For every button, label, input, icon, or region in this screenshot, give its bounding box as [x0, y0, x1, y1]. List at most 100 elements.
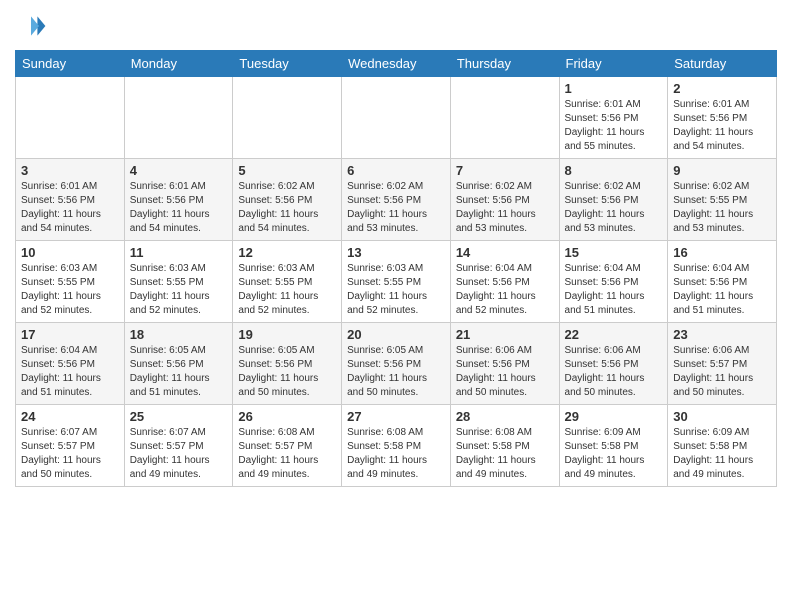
calendar-cell: 12 Sunrise: 6:03 AMSunset: 5:55 PMDayligh… — [233, 241, 342, 323]
weekday-header-wednesday: Wednesday — [342, 51, 451, 77]
weekday-header-monday: Monday — [124, 51, 233, 77]
day-number: 26 — [238, 409, 336, 424]
day-info: Sunrise: 6:09 AMSunset: 5:58 PMDaylight:… — [673, 426, 771, 482]
day-info: Sunrise: 6:01 AMSunset: 5:56 PMDaylight:… — [565, 98, 663, 154]
day-number: 8 — [565, 163, 663, 178]
day-number: 25 — [130, 409, 228, 424]
calendar-cell: 14 Sunrise: 6:04 AMSunset: 5:56 PMDayligh… — [450, 241, 559, 323]
day-number: 19 — [238, 327, 336, 342]
day-info: Sunrise: 6:09 AMSunset: 5:58 PMDaylight:… — [565, 426, 663, 482]
day-number: 22 — [565, 327, 663, 342]
calendar-cell: 22 Sunrise: 6:06 AMSunset: 5:56 PMDayligh… — [559, 323, 668, 405]
day-number: 5 — [238, 163, 336, 178]
calendar-cell: 5 Sunrise: 6:02 AMSunset: 5:56 PMDaylight… — [233, 159, 342, 241]
calendar-cell: 30 Sunrise: 6:09 AMSunset: 5:58 PMDayligh… — [668, 405, 777, 487]
day-info: Sunrise: 6:04 AMSunset: 5:56 PMDaylight:… — [21, 344, 119, 400]
calendar-cell: 27 Sunrise: 6:08 AMSunset: 5:58 PMDayligh… — [342, 405, 451, 487]
calendar-cell: 9Sunrise: 6:02 AMSunset: 5:55 PMDaylight… — [668, 159, 777, 241]
day-number: 12 — [238, 245, 336, 260]
day-number: 14 — [456, 245, 554, 260]
calendar-cell: 26Sunrise: 6:08 AMSunset: 5:57 PMDayligh… — [233, 405, 342, 487]
day-number: 30 — [673, 409, 771, 424]
day-number: 27 — [347, 409, 445, 424]
calendar-cell — [450, 77, 559, 159]
day-info: Sunrise: 6:05 AMSunset: 5:56 PMDaylight:… — [238, 344, 336, 400]
day-info: Sunrise: 6:02 AMSunset: 5:56 PMDaylight:… — [456, 180, 554, 236]
weekday-header-friday: Friday — [559, 51, 668, 77]
calendar-cell: 28 Sunrise: 6:08 AMSunset: 5:58 PMDayligh… — [450, 405, 559, 487]
logo — [15, 10, 51, 42]
weekday-header-row: SundayMondayTuesdayWednesdayThursdayFrid… — [16, 51, 777, 77]
weekday-header-sunday: Sunday — [16, 51, 125, 77]
day-info: Sunrise: 6:08 AMSunset: 5:58 PMDaylight:… — [456, 426, 554, 482]
calendar-cell: 17 Sunrise: 6:04 AMSunset: 5:56 PMDayligh… — [16, 323, 125, 405]
calendar-cell: 18Sunrise: 6:05 AMSunset: 5:56 PMDayligh… — [124, 323, 233, 405]
calendar-cell: 24 Sunrise: 6:07 AMSunset: 5:57 PMDayligh… — [16, 405, 125, 487]
weekday-header-thursday: Thursday — [450, 51, 559, 77]
day-number: 4 — [130, 163, 228, 178]
day-number: 13 — [347, 245, 445, 260]
day-number: 29 — [565, 409, 663, 424]
day-info: Sunrise: 6:04 AMSunset: 5:56 PMDaylight:… — [673, 262, 771, 318]
day-info: Sunrise: 6:07 AMSunset: 5:57 PMDaylight:… — [21, 426, 119, 482]
day-number: 10 — [21, 245, 119, 260]
day-info: Sunrise: 6:02 AMSunset: 5:56 PMDaylight:… — [238, 180, 336, 236]
calendar-page: SundayMondayTuesdayWednesdayThursdayFrid… — [0, 0, 792, 612]
calendar-cell: 6Sunrise: 6:02 AMSunset: 5:56 PMDaylight… — [342, 159, 451, 241]
day-number: 3 — [21, 163, 119, 178]
weekday-header-tuesday: Tuesday — [233, 51, 342, 77]
day-info: Sunrise: 6:03 AMSunset: 5:55 PMDaylight:… — [130, 262, 228, 318]
calendar-cell: 19 Sunrise: 6:05 AMSunset: 5:56 PMDayligh… — [233, 323, 342, 405]
day-number: 21 — [456, 327, 554, 342]
day-info: Sunrise: 6:01 AMSunset: 5:56 PMDaylight:… — [673, 98, 771, 154]
day-number: 18 — [130, 327, 228, 342]
header — [15, 10, 777, 42]
day-number: 6 — [347, 163, 445, 178]
day-info: Sunrise: 6:01 AMSunset: 5:56 PMDaylight:… — [130, 180, 228, 236]
day-info: Sunrise: 6:03 AMSunset: 5:55 PMDaylight:… — [347, 262, 445, 318]
calendar-cell — [342, 77, 451, 159]
day-number: 15 — [565, 245, 663, 260]
logo-icon — [15, 10, 47, 42]
day-number: 24 — [21, 409, 119, 424]
calendar-cell — [124, 77, 233, 159]
day-number: 17 — [21, 327, 119, 342]
calendar-cell — [233, 77, 342, 159]
day-info: Sunrise: 6:01 AMSunset: 5:56 PMDaylight:… — [21, 180, 119, 236]
calendar-cell: 23Sunrise: 6:06 AMSunset: 5:57 PMDayligh… — [668, 323, 777, 405]
calendar-cell: 11 Sunrise: 6:03 AMSunset: 5:55 PMDayligh… — [124, 241, 233, 323]
calendar-cell: 20Sunrise: 6:05 AMSunset: 5:56 PMDayligh… — [342, 323, 451, 405]
week-row-3: 10 Sunrise: 6:03 AMSunset: 5:55 PMDayligh… — [16, 241, 777, 323]
week-row-1: 1Sunrise: 6:01 AMSunset: 5:56 PMDaylight… — [16, 77, 777, 159]
day-info: Sunrise: 6:06 AMSunset: 5:57 PMDaylight:… — [673, 344, 771, 400]
weekday-header-saturday: Saturday — [668, 51, 777, 77]
calendar-cell: 10Sunrise: 6:03 AMSunset: 5:55 PMDayligh… — [16, 241, 125, 323]
week-row-4: 17 Sunrise: 6:04 AMSunset: 5:56 PMDayligh… — [16, 323, 777, 405]
calendar-cell: 13 Sunrise: 6:03 AMSunset: 5:55 PMDayligh… — [342, 241, 451, 323]
day-info: Sunrise: 6:04 AMSunset: 5:56 PMDaylight:… — [456, 262, 554, 318]
day-number: 9 — [673, 163, 771, 178]
calendar-cell: 3 Sunrise: 6:01 AMSunset: 5:56 PMDaylight… — [16, 159, 125, 241]
calendar-cell: 15 Sunrise: 6:04 AMSunset: 5:56 PMDayligh… — [559, 241, 668, 323]
calendar-cell: 7Sunrise: 6:02 AMSunset: 5:56 PMDaylight… — [450, 159, 559, 241]
day-info: Sunrise: 6:03 AMSunset: 5:55 PMDaylight:… — [238, 262, 336, 318]
day-info: Sunrise: 6:08 AMSunset: 5:58 PMDaylight:… — [347, 426, 445, 482]
week-row-5: 24 Sunrise: 6:07 AMSunset: 5:57 PMDayligh… — [16, 405, 777, 487]
day-number: 16 — [673, 245, 771, 260]
week-row-2: 3 Sunrise: 6:01 AMSunset: 5:56 PMDaylight… — [16, 159, 777, 241]
calendar-cell: 29 Sunrise: 6:09 AMSunset: 5:58 PMDayligh… — [559, 405, 668, 487]
calendar-cell: 25Sunrise: 6:07 AMSunset: 5:57 PMDayligh… — [124, 405, 233, 487]
calendar-cell — [16, 77, 125, 159]
calendar-cell: 16 Sunrise: 6:04 AMSunset: 5:56 PMDayligh… — [668, 241, 777, 323]
day-number: 2 — [673, 81, 771, 96]
day-info: Sunrise: 6:02 AMSunset: 5:56 PMDaylight:… — [565, 180, 663, 236]
calendar-cell: 8 Sunrise: 6:02 AMSunset: 5:56 PMDaylight… — [559, 159, 668, 241]
day-number: 28 — [456, 409, 554, 424]
calendar-table: SundayMondayTuesdayWednesdayThursdayFrid… — [15, 50, 777, 487]
day-info: Sunrise: 6:06 AMSunset: 5:56 PMDaylight:… — [565, 344, 663, 400]
calendar-cell: 1Sunrise: 6:01 AMSunset: 5:56 PMDaylight… — [559, 77, 668, 159]
day-info: Sunrise: 6:04 AMSunset: 5:56 PMDaylight:… — [565, 262, 663, 318]
calendar-cell: 2 Sunrise: 6:01 AMSunset: 5:56 PMDaylight… — [668, 77, 777, 159]
day-number: 11 — [130, 245, 228, 260]
day-number: 20 — [347, 327, 445, 342]
